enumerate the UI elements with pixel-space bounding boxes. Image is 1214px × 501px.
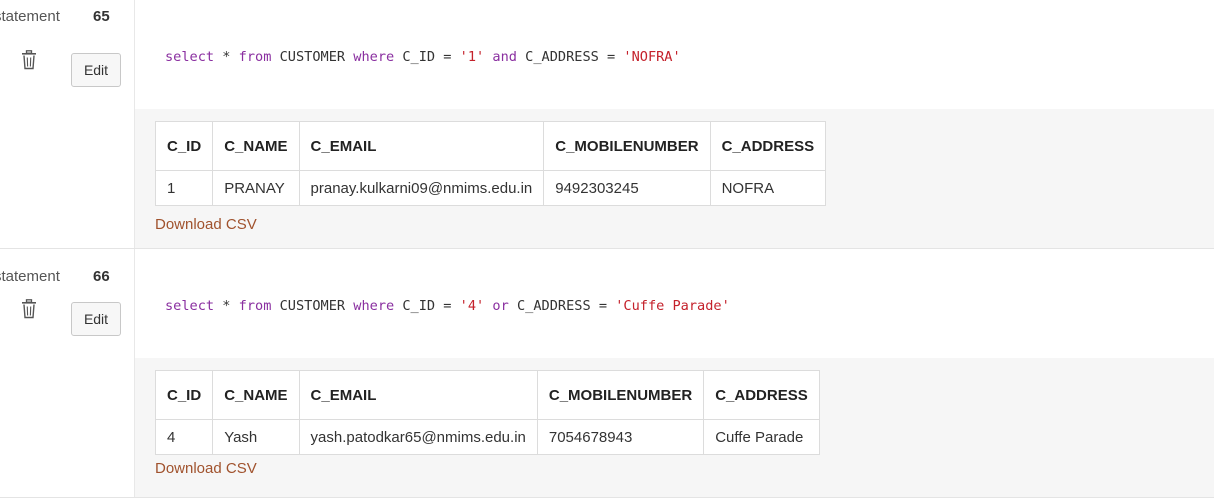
statement-label: statement [0, 8, 60, 25]
statement-number: 66 [93, 268, 110, 285]
table-row: 4 Yash yash.patodkar65@nmims.edu.in 7054678… [154, 419, 820, 455]
sql-string: '4' [459, 298, 485, 314]
table-cell: Cuffe Parade [703, 419, 820, 455]
table-cell: 9492303245 [543, 170, 711, 206]
sql-text: C_ADDRESS = [508, 298, 616, 314]
edit-button[interactable]: Edit [71, 53, 121, 87]
column-header: C_NAME [212, 370, 300, 420]
statement-block: statement 65 Edit select * from CUSTOMER… [0, 0, 1214, 249]
statement-number: 65 [93, 8, 110, 25]
sql-text: CUSTOMER [271, 298, 354, 314]
sql-string: '1' [459, 49, 485, 65]
table-cell: 4 [154, 419, 214, 455]
table-cell: PRANAY [212, 170, 300, 206]
column-header: C_ADDRESS [709, 121, 827, 171]
result-table: C_ID C_NAME C_EMAIL C_MOBILENUMBER C_ADDRESS… [154, 121, 827, 206]
sql-keyword: from [238, 49, 272, 65]
download-csv-link[interactable]: Download CSV [155, 216, 257, 233]
column-header: C_MOBILENUMBER [536, 370, 705, 420]
sql-keyword: or [492, 298, 509, 314]
table-row: 1 PRANAY pranay.kulkarni09@nmims.edu.in 949… [154, 170, 827, 206]
table-header-row: C_ID C_NAME C_EMAIL C_MOBILENUMBER C_ADDRESS [154, 370, 820, 420]
table-cell: 1 [154, 170, 214, 206]
download-csv-link[interactable]: Download CSV [155, 460, 257, 477]
sql-text: C_ADDRESS = [516, 49, 624, 65]
table-cell: pranay.kulkarni09@nmims.edu.in [298, 170, 545, 206]
table-header-row: C_ID C_NAME C_EMAIL C_MOBILENUMBER C_ADDRESS [154, 121, 827, 171]
statement-block: statement 66 Edit select * from CUSTOMER… [0, 249, 1214, 498]
statement-sidebar: statement 66 Edit [0, 249, 135, 497]
sql-text: C_ID = [394, 49, 460, 65]
sql-keyword: where [353, 298, 395, 314]
trash-icon[interactable] [21, 299, 37, 319]
sql-code: select * from CUSTOMER where C_ID = '4' … [165, 298, 730, 314]
sql-keyword: and [492, 49, 517, 65]
sql-editor[interactable]: select * from CUSTOMER where C_ID = '1' … [135, 0, 1214, 109]
table-cell: Yash [212, 419, 300, 455]
sql-text: * [214, 49, 239, 65]
sql-editor[interactable]: select * from CUSTOMER where C_ID = '4' … [135, 249, 1214, 358]
sql-code: select * from CUSTOMER where C_ID = '1' … [165, 49, 681, 65]
column-header: C_ID [154, 370, 214, 420]
column-header: C_EMAIL [298, 121, 545, 171]
trash-icon[interactable] [21, 50, 37, 70]
table-cell: yash.patodkar65@nmims.edu.in [298, 419, 538, 455]
column-header: C_MOBILENUMBER [543, 121, 711, 171]
table-cell: NOFRA [709, 170, 827, 206]
statement-label: statement [0, 268, 60, 285]
edit-button[interactable]: Edit [71, 302, 121, 336]
sql-keyword: select [165, 298, 215, 314]
column-header: C_NAME [212, 121, 300, 171]
statement-sidebar: statement 65 Edit [0, 0, 135, 248]
sql-string: 'Cuffe Parade' [615, 298, 730, 314]
sql-text: CUSTOMER [271, 49, 354, 65]
sql-text: C_ID = [394, 298, 460, 314]
sql-keyword: from [238, 298, 272, 314]
sql-text: * [214, 298, 239, 314]
column-header: C_EMAIL [298, 370, 538, 420]
column-header: C_ADDRESS [703, 370, 820, 420]
result-area: C_ID C_NAME C_EMAIL C_MOBILENUMBER C_ADDRESS… [135, 109, 1214, 248]
sql-string: 'NOFRA' [623, 49, 681, 65]
result-area: C_ID C_NAME C_EMAIL C_MOBILENUMBER C_ADDRESS… [135, 358, 1214, 497]
table-cell: 7054678943 [536, 419, 705, 455]
sql-keyword: select [165, 49, 215, 65]
column-header: C_ID [154, 121, 214, 171]
sql-keyword: where [353, 49, 395, 65]
result-table: C_ID C_NAME C_EMAIL C_MOBILENUMBER C_ADDRESS… [154, 370, 820, 455]
